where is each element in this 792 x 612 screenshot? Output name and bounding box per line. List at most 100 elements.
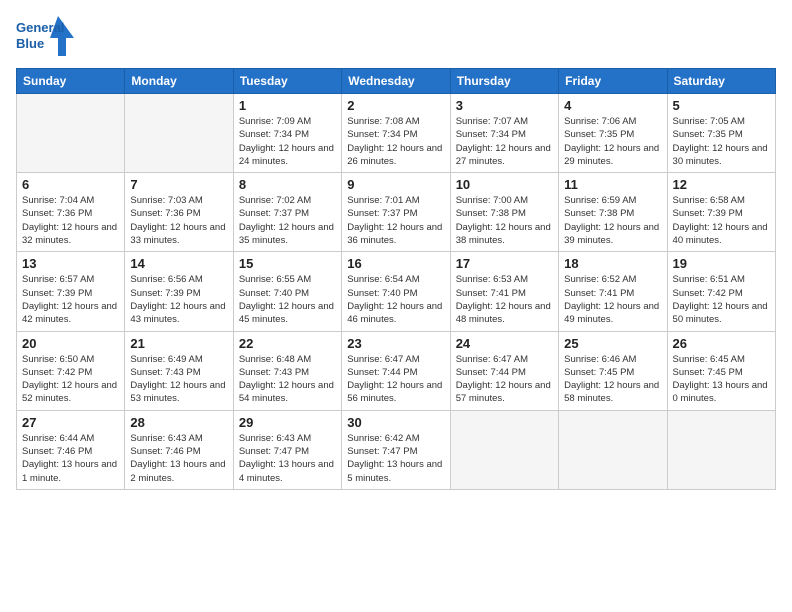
calendar-day-cell: 7 Sunrise: 7:03 AM Sunset: 7:36 PM Daylig… — [125, 173, 233, 252]
calendar-day-cell: 5 Sunrise: 7:05 AM Sunset: 7:35 PM Daylig… — [667, 94, 775, 173]
calendar-day-cell: 15Sunrise: 6:55 AM Sunset: 7:40 PM Dayli… — [233, 252, 341, 331]
day-number: 27 — [22, 415, 119, 430]
day-number: 29 — [239, 415, 336, 430]
svg-text:General: General — [16, 20, 64, 35]
day-info: Sunrise: 7:00 AM Sunset: 7:38 PM Dayligh… — [456, 194, 553, 247]
day-number: 8 — [239, 177, 336, 192]
day-number: 14 — [130, 256, 227, 271]
calendar-day-cell: 2 Sunrise: 7:08 AM Sunset: 7:34 PM Daylig… — [342, 94, 450, 173]
day-info: Sunrise: 7:05 AM Sunset: 7:35 PM Dayligh… — [673, 115, 770, 168]
calendar-day-cell: 4 Sunrise: 7:06 AM Sunset: 7:35 PM Daylig… — [559, 94, 667, 173]
day-info: Sunrise: 6:44 AM Sunset: 7:46 PM Dayligh… — [22, 432, 119, 485]
day-number: 22 — [239, 336, 336, 351]
day-info: Sunrise: 6:57 AM Sunset: 7:39 PM Dayligh… — [22, 273, 119, 326]
day-info: Sunrise: 7:02 AM Sunset: 7:37 PM Dayligh… — [239, 194, 336, 247]
day-header-friday: Friday — [559, 69, 667, 94]
calendar-day-cell — [667, 410, 775, 489]
day-header-tuesday: Tuesday — [233, 69, 341, 94]
calendar-header-row: SundayMondayTuesdayWednesdayThursdayFrid… — [17, 69, 776, 94]
calendar-week-row: 6 Sunrise: 7:04 AM Sunset: 7:36 PM Daylig… — [17, 173, 776, 252]
day-number: 2 — [347, 98, 444, 113]
day-number: 18 — [564, 256, 661, 271]
day-header-sunday: Sunday — [17, 69, 125, 94]
day-number: 20 — [22, 336, 119, 351]
calendar-day-cell: 16Sunrise: 6:54 AM Sunset: 7:40 PM Dayli… — [342, 252, 450, 331]
calendar-week-row: 1 Sunrise: 7:09 AM Sunset: 7:34 PM Daylig… — [17, 94, 776, 173]
day-number: 13 — [22, 256, 119, 271]
day-number: 7 — [130, 177, 227, 192]
day-number: 16 — [347, 256, 444, 271]
day-info: Sunrise: 6:47 AM Sunset: 7:44 PM Dayligh… — [347, 353, 444, 406]
day-number: 4 — [564, 98, 661, 113]
calendar-day-cell: 17Sunrise: 6:53 AM Sunset: 7:41 PM Dayli… — [450, 252, 558, 331]
day-number: 24 — [456, 336, 553, 351]
calendar-week-row: 27 Sunrise: 6:44 AM Sunset: 7:46 PM Dayli… — [17, 410, 776, 489]
day-header-wednesday: Wednesday — [342, 69, 450, 94]
day-info: Sunrise: 7:01 AM Sunset: 7:37 PM Dayligh… — [347, 194, 444, 247]
day-header-thursday: Thursday — [450, 69, 558, 94]
calendar-day-cell — [559, 410, 667, 489]
day-number: 26 — [673, 336, 770, 351]
calendar-day-cell: 22 Sunrise: 6:48 AM Sunset: 7:43 PM Dayli… — [233, 331, 341, 410]
day-header-monday: Monday — [125, 69, 233, 94]
day-info: Sunrise: 7:07 AM Sunset: 7:34 PM Dayligh… — [456, 115, 553, 168]
calendar-day-cell: 8 Sunrise: 7:02 AM Sunset: 7:37 PM Daylig… — [233, 173, 341, 252]
calendar-day-cell: 25 Sunrise: 6:46 AM Sunset: 7:45 PM Dayli… — [559, 331, 667, 410]
calendar-week-row: 13 Sunrise: 6:57 AM Sunset: 7:39 PM Dayli… — [17, 252, 776, 331]
calendar-day-cell: 6 Sunrise: 7:04 AM Sunset: 7:36 PM Daylig… — [17, 173, 125, 252]
day-info: Sunrise: 7:09 AM Sunset: 7:34 PM Dayligh… — [239, 115, 336, 168]
calendar-day-cell: 27 Sunrise: 6:44 AM Sunset: 7:46 PM Dayli… — [17, 410, 125, 489]
day-number: 6 — [22, 177, 119, 192]
day-number: 3 — [456, 98, 553, 113]
day-info: Sunrise: 6:49 AM Sunset: 7:43 PM Dayligh… — [130, 353, 227, 406]
day-info: Sunrise: 6:59 AM Sunset: 7:38 PM Dayligh… — [564, 194, 661, 247]
calendar-day-cell: 1 Sunrise: 7:09 AM Sunset: 7:34 PM Daylig… — [233, 94, 341, 173]
day-info: Sunrise: 6:45 AM Sunset: 7:45 PM Dayligh… — [673, 353, 770, 406]
calendar-day-cell: 9 Sunrise: 7:01 AM Sunset: 7:37 PM Daylig… — [342, 173, 450, 252]
calendar-week-row: 20 Sunrise: 6:50 AM Sunset: 7:42 PM Dayli… — [17, 331, 776, 410]
logo: GeneralBlue — [16, 16, 76, 56]
day-info: Sunrise: 7:06 AM Sunset: 7:35 PM Dayligh… — [564, 115, 661, 168]
day-number: 28 — [130, 415, 227, 430]
calendar-day-cell: 11 Sunrise: 6:59 AM Sunset: 7:38 PM Dayli… — [559, 173, 667, 252]
day-info: Sunrise: 6:56 AM Sunset: 7:39 PM Dayligh… — [130, 273, 227, 326]
day-info: Sunrise: 6:51 AM Sunset: 7:42 PM Dayligh… — [673, 273, 770, 326]
calendar-day-cell: 30 Sunrise: 6:42 AM Sunset: 7:47 PM Dayli… — [342, 410, 450, 489]
calendar-day-cell — [17, 94, 125, 173]
day-info: Sunrise: 6:50 AM Sunset: 7:42 PM Dayligh… — [22, 353, 119, 406]
calendar-day-cell: 23 Sunrise: 6:47 AM Sunset: 7:44 PM Dayli… — [342, 331, 450, 410]
day-info: Sunrise: 6:46 AM Sunset: 7:45 PM Dayligh… — [564, 353, 661, 406]
day-info: Sunrise: 6:47 AM Sunset: 7:44 PM Dayligh… — [456, 353, 553, 406]
day-info: Sunrise: 7:08 AM Sunset: 7:34 PM Dayligh… — [347, 115, 444, 168]
day-number: 25 — [564, 336, 661, 351]
day-number: 30 — [347, 415, 444, 430]
logo-icon: GeneralBlue — [16, 16, 76, 56]
day-info: Sunrise: 7:04 AM Sunset: 7:36 PM Dayligh… — [22, 194, 119, 247]
calendar-day-cell: 12Sunrise: 6:58 AM Sunset: 7:39 PM Dayli… — [667, 173, 775, 252]
calendar-day-cell: 14 Sunrise: 6:56 AM Sunset: 7:39 PM Dayli… — [125, 252, 233, 331]
day-info: Sunrise: 7:03 AM Sunset: 7:36 PM Dayligh… — [130, 194, 227, 247]
day-number: 5 — [673, 98, 770, 113]
day-info: Sunrise: 6:43 AM Sunset: 7:46 PM Dayligh… — [130, 432, 227, 485]
day-number: 12 — [673, 177, 770, 192]
day-number: 11 — [564, 177, 661, 192]
day-number: 9 — [347, 177, 444, 192]
day-info: Sunrise: 6:53 AM Sunset: 7:41 PM Dayligh… — [456, 273, 553, 326]
calendar-day-cell: 26 Sunrise: 6:45 AM Sunset: 7:45 PM Dayli… — [667, 331, 775, 410]
day-info: Sunrise: 6:42 AM Sunset: 7:47 PM Dayligh… — [347, 432, 444, 485]
calendar-day-cell: 29 Sunrise: 6:43 AM Sunset: 7:47 PM Dayli… — [233, 410, 341, 489]
day-header-saturday: Saturday — [667, 69, 775, 94]
day-number: 10 — [456, 177, 553, 192]
calendar-day-cell: 21 Sunrise: 6:49 AM Sunset: 7:43 PM Dayli… — [125, 331, 233, 410]
svg-text:Blue: Blue — [16, 36, 44, 51]
day-number: 23 — [347, 336, 444, 351]
day-number: 1 — [239, 98, 336, 113]
calendar-day-cell — [450, 410, 558, 489]
day-info: Sunrise: 6:43 AM Sunset: 7:47 PM Dayligh… — [239, 432, 336, 485]
page-header: GeneralBlue — [16, 16, 776, 56]
day-number: 19 — [673, 256, 770, 271]
day-number: 21 — [130, 336, 227, 351]
calendar-day-cell: 28 Sunrise: 6:43 AM Sunset: 7:46 PM Dayli… — [125, 410, 233, 489]
day-number: 15 — [239, 256, 336, 271]
day-info: Sunrise: 6:48 AM Sunset: 7:43 PM Dayligh… — [239, 353, 336, 406]
